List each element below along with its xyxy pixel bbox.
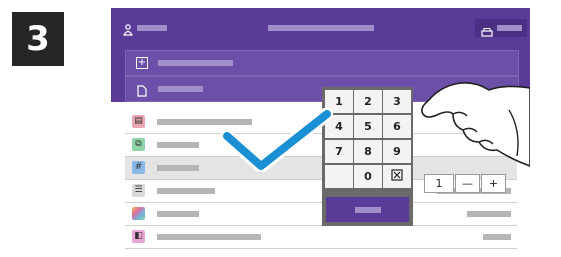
list-item-label-bar <box>157 211 199 217</box>
check-icon <box>221 108 333 172</box>
document-label-bar <box>158 86 203 92</box>
color-balance-icon <box>132 207 145 220</box>
numeric-keypad: 1 2 3 4 5 6 7 8 9 0 <box>322 87 413 226</box>
user-icon[interactable] <box>122 21 134 36</box>
enter-button[interactable] <box>326 197 409 222</box>
add-option-label-bar <box>158 60 233 66</box>
key-2[interactable]: 2 <box>354 90 382 113</box>
plus-square-icon: + <box>136 57 148 69</box>
user-name-bar <box>137 25 167 31</box>
key-3[interactable]: 3 <box>383 90 411 113</box>
step-number-badge: 3 <box>12 12 64 66</box>
backspace-icon <box>391 169 403 184</box>
enter-label-bar <box>355 207 381 213</box>
top-bar <box>111 8 530 46</box>
copies-icon: ⧉ <box>132 138 145 151</box>
printer-icon <box>481 23 493 42</box>
list-item[interactable] <box>125 203 517 226</box>
list-item-label-bar <box>157 142 199 148</box>
printer-button[interactable] <box>475 19 527 37</box>
list-item-label-bar <box>157 188 215 194</box>
list-item-label-bar <box>157 234 261 240</box>
list-item-label-bar <box>157 165 199 171</box>
key-9[interactable]: 9 <box>383 140 411 163</box>
list-item-value-bar <box>467 211 511 217</box>
quantity-icon: # <box>132 161 145 174</box>
list-item-value-bar <box>483 234 511 240</box>
key-6[interactable]: 6 <box>383 115 411 138</box>
printer-label-bar <box>497 25 522 31</box>
key-5[interactable]: 5 <box>354 115 382 138</box>
paper-icon: ☰ <box>132 184 145 197</box>
key-8[interactable]: 8 <box>354 140 382 163</box>
list-item[interactable]: ◧ <box>125 226 517 249</box>
backspace-key[interactable] <box>383 165 411 188</box>
device-screen: + ▤ ⧉ # ☰ ◧ 1 — + 1 2 3 4 5 6 7 8 9 0 <box>111 8 530 257</box>
hand-pointer-icon <box>421 82 530 167</box>
color-setting-icon: ▤ <box>132 115 145 128</box>
key-0[interactable]: 0 <box>354 165 382 188</box>
screen-title-bar <box>268 25 374 31</box>
document-icon <box>137 82 147 101</box>
layout-icon: ◧ <box>132 230 145 243</box>
